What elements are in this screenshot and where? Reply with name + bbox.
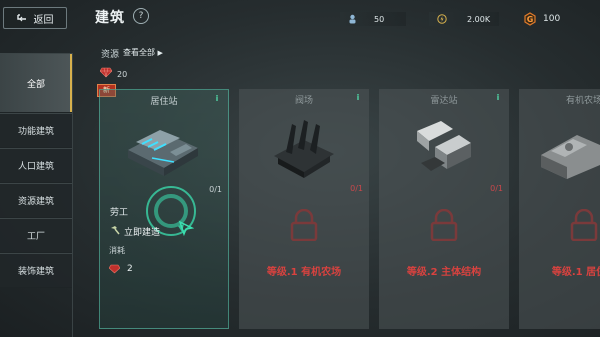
building-card-radar[interactable]: 雷达站 i 0/1 等级.2 主体结构 [379, 89, 509, 329]
unlock-requirement: 等级.2 主体结构 [406, 267, 482, 278]
red-gem-icon [109, 264, 120, 274]
gold-coin-icon: G [524, 12, 536, 26]
sidebar-item-label: 功能建筑 [17, 127, 54, 137]
worker-count: 50 [374, 14, 385, 24]
card-title: 居住站 [150, 97, 178, 107]
energy-count: 2.00K [467, 14, 491, 24]
svg-text:G: G [527, 15, 534, 24]
building-card-organic-farm[interactable]: 有机农场 等级.1 居住站 [519, 89, 600, 329]
build-count: 0/1 [490, 184, 503, 193]
building-card-2[interactable]: 阀场 i 0/1 等级.1 有机农场 [239, 89, 369, 329]
red-gem-icon [100, 67, 112, 78]
sidebar-item-resource[interactable]: 资源建筑 [0, 183, 72, 218]
sidebar-item-all[interactable]: 全部 [0, 53, 72, 113]
gem-count: 20 [117, 70, 128, 79]
sidebar-item-function[interactable]: 功能建筑 [0, 113, 72, 148]
sidebar-item-label: 人口建筑 [17, 162, 54, 172]
gold-resource: G 100 [518, 12, 588, 26]
view-all-label: 查看全部 [123, 48, 155, 57]
category-sidebar: 全部 功能建筑 人口建筑 资源建筑 工厂 装饰建筑 [0, 53, 72, 337]
back-button[interactable]: 返回 [3, 7, 67, 29]
radar-station-image [417, 121, 471, 171]
build-count: 0/1 [209, 185, 222, 194]
view-all-link[interactable]: 查看全部 ▶ [123, 47, 163, 58]
lock-icon [290, 209, 318, 241]
back-arrow-icon [16, 13, 26, 21]
resource-section-label: 资源 [101, 50, 120, 60]
cost-label: 消耗 [109, 246, 125, 255]
sidebar-item-population[interactable]: 人口建筑 [0, 148, 72, 183]
sidebar-item-decoration[interactable]: 装饰建筑 [0, 253, 72, 288]
page-title: 建筑 [95, 10, 125, 26]
sidebar-item-label: 工厂 [26, 232, 45, 242]
info-icon[interactable]: i [494, 94, 502, 102]
card-title: 雷达站 [430, 96, 458, 106]
gold-count: 100 [543, 14, 561, 24]
sidebar-item-label: 资源建筑 [17, 197, 54, 207]
worker-icon [349, 14, 356, 24]
cursor-arrow-icon [178, 220, 194, 236]
build-count: 0/1 [350, 184, 363, 193]
card-title: 阀场 [294, 96, 313, 106]
energy-resource: 2.00K [429, 12, 499, 26]
help-icon[interactable]: ? [133, 8, 149, 24]
info-icon[interactable]: i [213, 95, 221, 103]
info-icon[interactable]: i [354, 94, 362, 102]
building-silhouette-image [274, 120, 334, 178]
sidebar-divider [72, 53, 73, 337]
hammer-icon [111, 226, 120, 235]
energy-icon [437, 14, 447, 24]
worker-label: 劳工 [110, 208, 129, 218]
sidebar-item-label: 装饰建筑 [17, 267, 54, 277]
sidebar-item-label: 全部 [26, 79, 45, 90]
card-title: 有机农场 [565, 96, 600, 106]
cost-value: 2 [127, 264, 133, 274]
unlock-requirement: 等级.1 居住站 [551, 267, 600, 278]
build-now-button[interactable]: 立即建造 [124, 225, 160, 238]
organic-farm-image [541, 135, 600, 179]
worker-resource: 50 [340, 12, 406, 26]
lock-icon [430, 209, 458, 241]
sidebar-item-factory[interactable]: 工厂 [0, 218, 72, 253]
residential-building-image [128, 130, 198, 176]
chevron-right-icon: ▶ [157, 49, 163, 57]
unlock-requirement: 等级.1 有机农场 [266, 267, 342, 278]
lock-icon [570, 209, 598, 241]
back-label: 返回 [33, 14, 54, 26]
